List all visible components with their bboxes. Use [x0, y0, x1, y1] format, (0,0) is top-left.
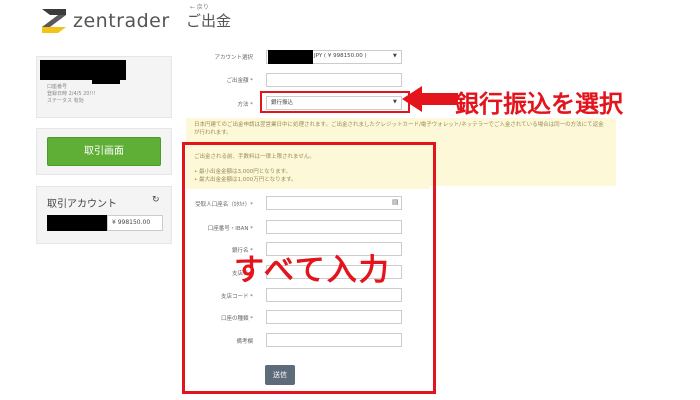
- account-select-label: アカウント選択: [214, 55, 253, 61]
- trade-screen-button[interactable]: 取引画面: [47, 137, 161, 166]
- account-balance: ¥ 998150.00: [107, 215, 163, 231]
- logo-text: zentrader: [73, 10, 170, 32]
- method-label: 方法 *: [237, 102, 254, 108]
- profile-info-line: 口座番号: [47, 84, 68, 90]
- notice-text: 日本円建てのご出金申請は翌営業日中に処理されます。ご出金されましたクレジットカー…: [194, 122, 604, 136]
- select-bank-annotation: 銀行振込を選択: [455, 90, 623, 118]
- page-title: ご出金: [186, 12, 232, 30]
- chevron-down-icon: ▼: [393, 53, 397, 59]
- amount-label: ご出金額 *: [226, 78, 254, 84]
- arrow-left-icon: [402, 86, 458, 112]
- account-select-value: JPY ( ¥ 998150.00 ): [314, 53, 367, 59]
- profile-info-line: 登録日時 2/4/5 20!!!: [47, 91, 96, 97]
- amount-input[interactable]: [266, 73, 402, 87]
- method-highlight-box: [260, 91, 410, 113]
- redacted-block: [47, 215, 107, 231]
- zentrader-logo-icon: [42, 9, 66, 33]
- trading-account-title: 取引アカウント: [47, 199, 117, 210]
- input-all-annotation: すべて入力: [234, 253, 391, 288]
- zentrader-logo[interactable]: zentrader: [40, 6, 180, 36]
- redacted-block: [92, 66, 120, 84]
- redacted-block: [268, 50, 313, 64]
- profile-info-line: ステータス 有効: [47, 98, 84, 104]
- refresh-icon[interactable]: ↻: [152, 195, 160, 205]
